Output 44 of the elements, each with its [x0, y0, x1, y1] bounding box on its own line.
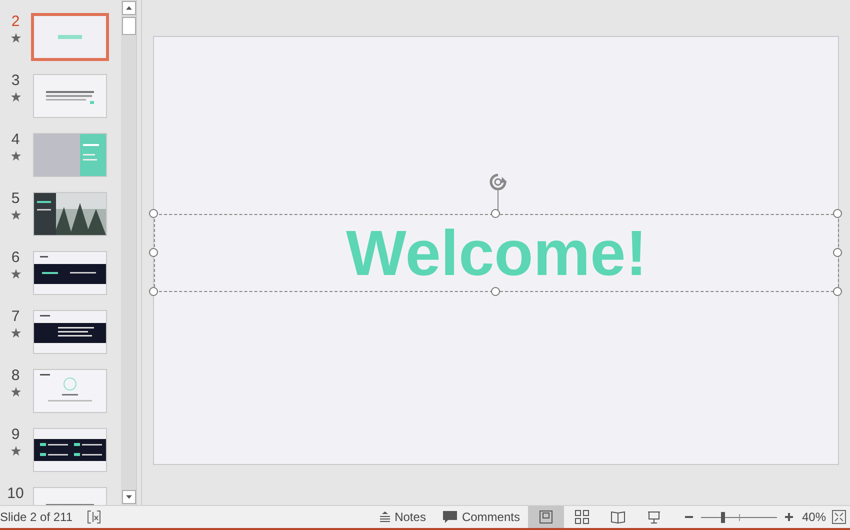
- speech-bubble-icon: [442, 510, 458, 524]
- slide-sorter-icon: [574, 509, 590, 525]
- notes-icon: [378, 511, 391, 523]
- resize-handle[interactable]: [149, 248, 158, 257]
- zoom-level[interactable]: 40%: [802, 510, 826, 524]
- slide-thumbnail[interactable]: [33, 428, 107, 472]
- notes-button[interactable]: Notes: [370, 506, 434, 528]
- resize-handle[interactable]: [833, 287, 842, 296]
- slide-number: 9: [11, 426, 20, 444]
- slide-thumbnail[interactable]: [33, 74, 107, 118]
- resize-handle[interactable]: [833, 248, 842, 257]
- slide-thumbnail[interactable]: [33, 133, 107, 177]
- slide-thumbnail[interactable]: [33, 369, 107, 413]
- slide-number: 4: [11, 131, 20, 149]
- comments-button[interactable]: Comments: [434, 506, 528, 528]
- scrollbar-thumb[interactable]: [122, 17, 136, 35]
- slide-number: 3: [11, 72, 20, 90]
- slide-count: Slide 2 of 211: [0, 510, 74, 524]
- resize-handle[interactable]: [149, 209, 158, 218]
- slide-thumbnail[interactable]: [33, 192, 107, 236]
- normal-view-icon: [538, 509, 554, 525]
- zoom-slider-thumb[interactable]: [721, 512, 725, 522]
- book-icon: [610, 509, 626, 525]
- slide-number: 2: [11, 13, 20, 31]
- resize-handle[interactable]: [833, 209, 842, 218]
- spelling-check-icon[interactable]: [86, 509, 102, 525]
- resize-handle[interactable]: [149, 287, 158, 296]
- slide-thumbnail[interactable]: [31, 13, 109, 61]
- slide-thumbnail[interactable]: [33, 310, 107, 354]
- slide-number: 6: [11, 249, 20, 267]
- fit-to-window-icon[interactable]: [832, 510, 846, 524]
- slide-number: 8: [11, 367, 20, 385]
- resize-handle[interactable]: [491, 287, 500, 296]
- scroll-down-button[interactable]: [122, 490, 136, 504]
- projector-screen-icon: [646, 509, 662, 525]
- view-button[interactable]: [528, 506, 564, 528]
- scroll-up-button[interactable]: [122, 1, 136, 15]
- zoom-in-icon[interactable]: [784, 512, 794, 522]
- slide-number: 5: [11, 190, 20, 208]
- slide-thumbnail[interactable]: [33, 251, 107, 295]
- slide-title: Welcome!: [346, 221, 648, 285]
- resize-handle[interactable]: [491, 209, 500, 218]
- slide-number: 10: [7, 485, 24, 503]
- slide-number: 7: [11, 308, 20, 326]
